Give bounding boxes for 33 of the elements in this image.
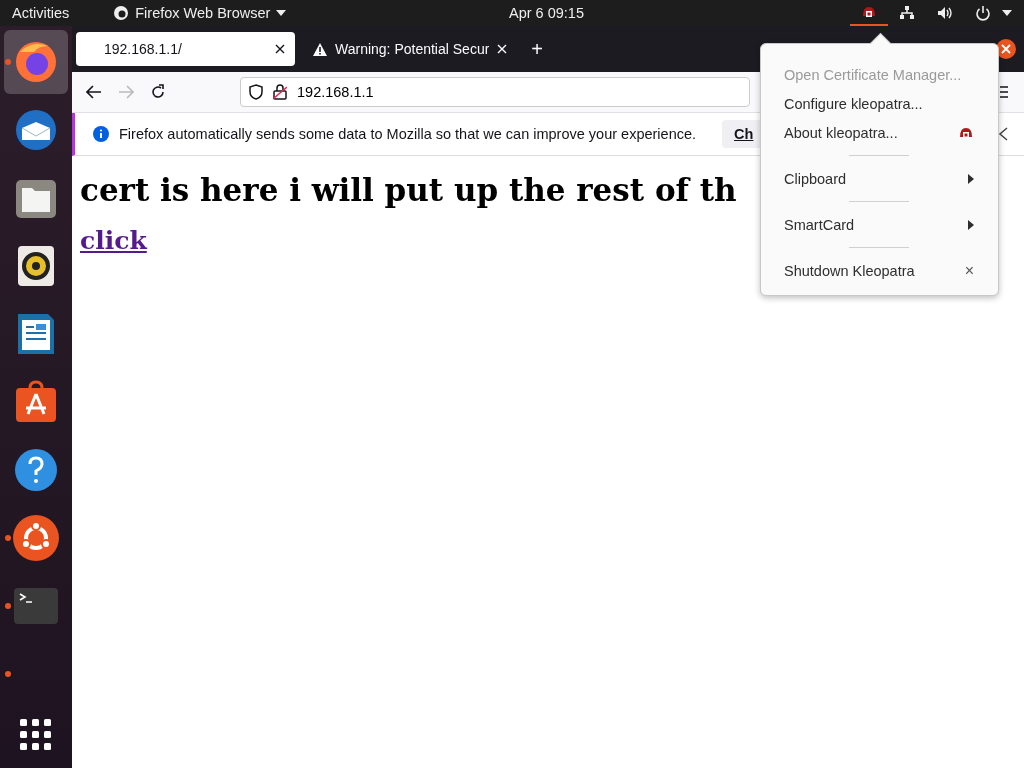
lock-icon[interactable] — [273, 84, 287, 100]
app-grid-icon[interactable] — [20, 719, 51, 750]
reload-icon[interactable] — [150, 84, 166, 100]
shield-icon[interactable] — [249, 84, 263, 100]
menu-icon[interactable] — [1000, 86, 1008, 98]
submenu-arrow-icon — [968, 173, 974, 184]
menu-item[interactable]: SmartCard — [761, 210, 998, 239]
dock-highlight[interactable] — [4, 30, 68, 94]
notification-text: Firefox automatically sends some data to Mozilla so that we can improve your experience. — [119, 126, 697, 142]
app-menu[interactable]: Firefox Web Browser — [135, 5, 271, 21]
page-heading: cert is here i will put up the rest of th — [80, 172, 737, 208]
menu-item[interactable]: Shutdown Kleopatra × — [761, 256, 998, 285]
address-bar[interactable]: 192.168.1.1 — [240, 77, 750, 107]
back-icon[interactable] — [86, 85, 102, 99]
menu-item[interactable]: Configure kleopatra... — [761, 89, 998, 118]
caret-icon — [276, 10, 287, 16]
menu-item[interactable]: About kleopatra... — [761, 118, 998, 147]
app-icon — [861, 4, 877, 20]
page-link[interactable]: click — [80, 226, 147, 255]
caret-icon[interactable] — [1002, 10, 1012, 16]
help-icon[interactable] — [12, 446, 60, 494]
volume-icon — [937, 5, 953, 21]
menu-item[interactable]: Clipboard — [761, 164, 998, 193]
activities-button[interactable]: Activities — [12, 5, 70, 21]
browser-tab[interactable]: 192.168.1.1/ — [76, 32, 295, 66]
ubuntu-icon[interactable] — [12, 514, 60, 562]
clock[interactable]: Apr 6 09:15 — [509, 5, 584, 21]
new-tab-button[interactable]: + — [531, 37, 544, 61]
power-icon — [975, 5, 991, 21]
submenu-arrow-icon — [968, 219, 974, 230]
network-icon — [899, 5, 915, 21]
info-icon — [93, 126, 109, 142]
browser-tab[interactable]: Warning: Potential Secur — [301, 32, 518, 66]
